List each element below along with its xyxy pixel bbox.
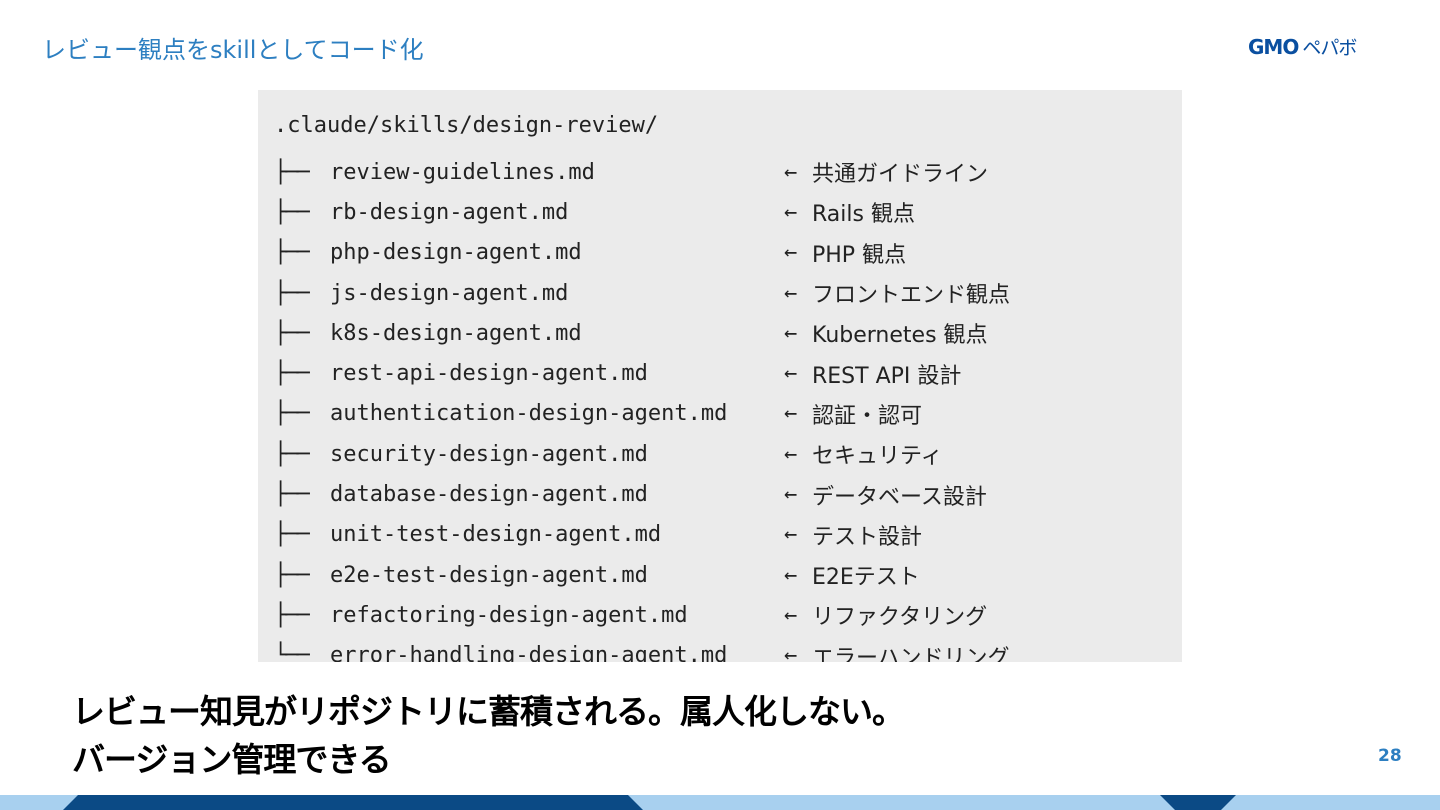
left-arrow-icon: ← — [784, 441, 798, 467]
bottom-band — [0, 795, 1440, 810]
tree-branch: ├── — [274, 401, 310, 427]
file-name: js-design-agent.md — [330, 280, 569, 306]
tree-branch: ├── — [274, 602, 310, 628]
left-arrow-icon: ← — [784, 361, 798, 387]
file-description: エラーハンドリング — [812, 645, 1010, 662]
file-name: authentication-design-agent.md — [330, 401, 728, 427]
tree-line: ├── unit-test-design-agent.md ← テスト設計 — [274, 515, 1010, 555]
tree-branch: ├── — [274, 361, 310, 387]
file-description: リファクタリング — [812, 605, 988, 631]
tree-branch: ├── — [274, 320, 310, 346]
file-tree: ├── review-guidelines.md ← 共通ガイドライン ├── rb-de… — [274, 152, 1010, 662]
company-logo: GMO ペパボ — [1248, 35, 1357, 60]
tree-line: ├── js-design-agent.md ← フロントエンド観点 — [274, 273, 1010, 313]
left-arrow-icon: ← — [784, 320, 798, 346]
logo-mark: GMO — [1248, 35, 1299, 59]
tree-line: ├── authentication-design-agent.md ← 認証・認可 — [274, 394, 1010, 434]
file-name: review-guidelines.md — [330, 159, 595, 185]
file-description: テスト設計 — [812, 524, 923, 550]
file-description: 共通ガイドライン — [812, 162, 989, 188]
band-dark-segment — [63, 795, 643, 810]
file-name: error-handling-design-agent.md — [330, 643, 728, 662]
footer-message: レビュー知見がリポジトリに蓄積される。属人化しない。 バージョン管理できる — [72, 688, 905, 784]
tree-branch: ├── — [274, 482, 310, 508]
left-arrow-icon: ← — [784, 562, 798, 588]
file-name: rest-api-design-agent.md — [330, 361, 648, 387]
file-description: データベース設計 — [812, 484, 987, 510]
tree-branch: ├── — [274, 280, 310, 306]
left-arrow-icon: ← — [784, 482, 798, 508]
tree-branch: └── — [274, 643, 310, 662]
tree-line: ├── database-design-agent.md ← データベース設計 — [274, 474, 1010, 514]
tree-branch: ├── — [274, 240, 310, 266]
tree-line: ├── security-design-agent.md ← セキュリティ — [274, 434, 1010, 474]
tree-line: └── error-handling-design-agent.md ← エラーハンド… — [274, 636, 1010, 662]
file-name: e2e-test-design-agent.md — [330, 562, 648, 588]
footer-line-2: バージョン管理できる — [72, 740, 392, 779]
file-name: database-design-agent.md — [330, 482, 648, 508]
tree-line: ├── rb-design-agent.md ← Rails 観点 — [274, 192, 1010, 232]
tree-line: ├── php-design-agent.md ← PHP 観点 — [274, 233, 1010, 273]
file-name: unit-test-design-agent.md — [330, 522, 662, 548]
tree-line: ├── rest-api-design-agent.md ← REST API 設計 — [274, 353, 1010, 393]
page-number: 28 — [1378, 746, 1402, 766]
left-arrow-icon: ← — [784, 602, 798, 628]
tree-branch: ├── — [274, 159, 310, 185]
tree-line: ├── review-guidelines.md ← 共通ガイドライン — [274, 152, 1010, 192]
file-description: E2Eテスト — [812, 565, 920, 591]
file-name: security-design-agent.md — [330, 441, 648, 467]
tree-line: ├── e2e-test-design-agent.md ← E2Eテスト — [274, 555, 1010, 595]
tree-branch: ├── — [274, 562, 310, 588]
left-arrow-icon: ← — [784, 199, 798, 225]
file-name: k8s-design-agent.md — [330, 320, 582, 346]
file-description: セキュリティ — [812, 444, 943, 470]
tree-branch: ├── — [274, 199, 310, 225]
file-description: Kubernetes 観点 — [812, 323, 988, 349]
file-name: php-design-agent.md — [330, 240, 582, 266]
file-description: Rails 観点 — [812, 202, 915, 228]
left-arrow-icon: ← — [784, 159, 798, 185]
file-description: フロントエンド観点 — [812, 283, 1011, 309]
tree-branch: ├── — [274, 441, 310, 467]
code-block: .claude/skills/design-review/ ├── review-… — [258, 90, 1182, 662]
file-name: rb-design-agent.md — [330, 199, 569, 225]
tree-line: ├── refactoring-design-agent.md ← リファクタリング — [274, 595, 1010, 635]
file-description: PHP 観点 — [812, 242, 907, 268]
tree-branch: ├── — [274, 522, 310, 548]
file-description: REST API 設計 — [812, 363, 962, 389]
tree-line: ├── k8s-design-agent.md ← Kubernetes 観点 — [274, 313, 1010, 353]
slide-title: レビュー観点をskillとしてコード化 — [42, 36, 424, 64]
left-arrow-icon: ← — [784, 643, 798, 662]
logo-sub: ペパボ — [1302, 37, 1357, 59]
file-name: refactoring-design-agent.md — [330, 602, 688, 628]
left-arrow-icon: ← — [784, 522, 798, 548]
directory-root: .claude/skills/design-review/ — [274, 113, 659, 138]
footer-line-1: レビュー知見がリポジトリに蓄積される。属人化しない。 — [72, 692, 905, 731]
file-description: 認証・認可 — [812, 403, 923, 429]
left-arrow-icon: ← — [784, 401, 798, 427]
left-arrow-icon: ← — [784, 280, 798, 306]
left-arrow-icon: ← — [784, 240, 798, 266]
